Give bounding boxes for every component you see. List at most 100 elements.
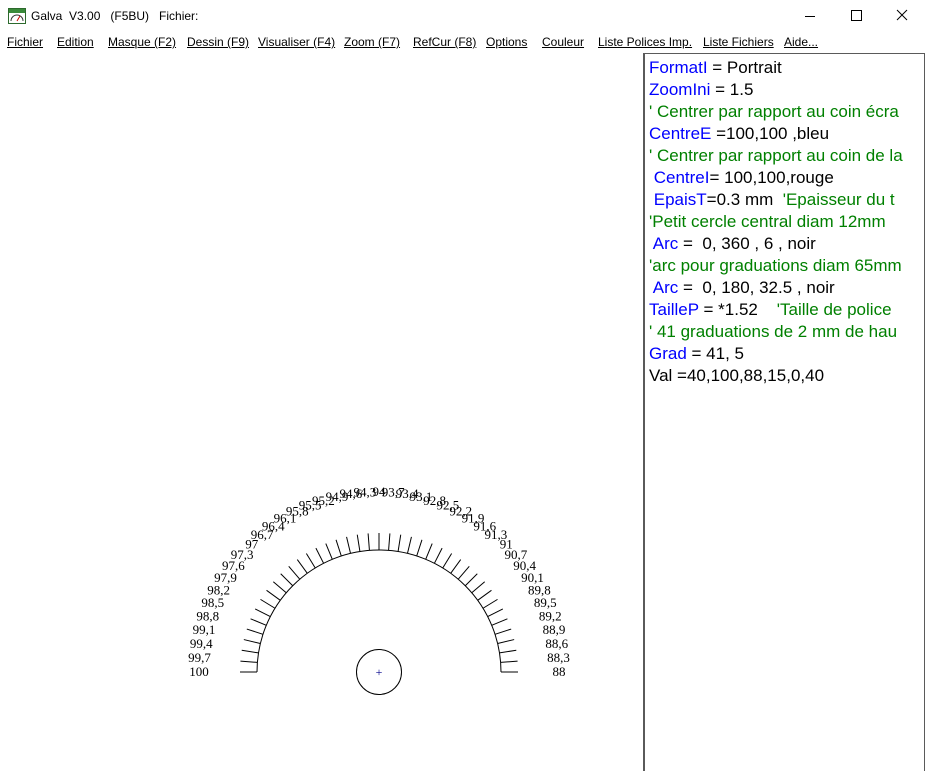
menu-refcur[interactable]: RefCur (F8) bbox=[413, 35, 476, 49]
graduation-tick bbox=[406, 536, 412, 554]
scale-label: 99,1 bbox=[193, 622, 216, 637]
code-line[interactable]: CentreI= 100,100,rouge bbox=[649, 167, 834, 189]
code-keyword: Arc bbox=[652, 234, 679, 253]
menu-visualiser[interactable]: Visualiser (F4) bbox=[258, 35, 335, 49]
graduation-tick bbox=[388, 533, 391, 551]
graduation-tick bbox=[280, 573, 294, 587]
code-keyword: Grad bbox=[649, 344, 687, 363]
code-comment: 'Petit cercle central diam 12mm bbox=[649, 212, 886, 231]
close-button[interactable] bbox=[879, 0, 925, 32]
code-line[interactable]: EpaisT=0.3 mm 'Epaisseur du t bbox=[649, 189, 895, 211]
window-title: Galva V3.00 (F5BU) Fichier: bbox=[31, 9, 199, 23]
graduation-tick bbox=[325, 543, 333, 560]
code-text: = 0, 180, 32.5 , noir bbox=[678, 278, 835, 297]
code-line[interactable]: FormatI = Portrait bbox=[649, 57, 782, 79]
code-comment: 'arc pour graduations diam 65mm bbox=[649, 256, 902, 275]
graduation-tick bbox=[240, 660, 258, 663]
code-text: =0.3 mm bbox=[706, 190, 783, 209]
scale-label: 98,5 bbox=[201, 595, 224, 610]
menu-fichier[interactable]: Fichier bbox=[7, 35, 43, 49]
graduation-tick bbox=[477, 589, 492, 601]
menu-dessin[interactable]: Dessin (F9) bbox=[187, 35, 249, 49]
center-mark: + bbox=[376, 665, 383, 679]
graduation-tick bbox=[433, 547, 443, 564]
menu-zoom[interactable]: Zoom (F7) bbox=[344, 35, 400, 49]
code-line[interactable]: TailleP = *1.52 'Taille de police bbox=[649, 299, 892, 321]
graduation-tick bbox=[346, 536, 352, 554]
graduation-tick bbox=[335, 539, 342, 557]
graduation-tick bbox=[494, 628, 512, 635]
code-text: = *1.52 bbox=[698, 300, 777, 319]
graduation-tick bbox=[425, 543, 433, 560]
graduation-tick bbox=[464, 573, 478, 587]
graduation-tick bbox=[450, 559, 462, 574]
code-text: = Portrait bbox=[707, 58, 782, 77]
code-line[interactable]: Grad = 41, 5 bbox=[649, 343, 744, 365]
code-text: Val =40,100,88,15,0,40 bbox=[649, 366, 825, 385]
graduation-arc bbox=[256, 549, 502, 673]
graduation-tick bbox=[499, 649, 517, 654]
graduation-tick bbox=[442, 553, 453, 569]
graduation-tick bbox=[241, 649, 259, 654]
maximize-button[interactable] bbox=[833, 0, 879, 32]
scale-label: 100 bbox=[189, 664, 209, 679]
code-text: = 0, 360 , 6 , noir bbox=[678, 234, 816, 253]
graduation-tick bbox=[250, 618, 267, 626]
code-keyword: CentreI bbox=[653, 168, 710, 187]
menu-liste-polices[interactable]: Liste Polices Imp. bbox=[598, 35, 692, 49]
code-text: =100,100 ,bleu bbox=[711, 124, 830, 143]
graduation-tick bbox=[272, 581, 287, 594]
graduation-tick bbox=[288, 565, 301, 580]
graduation-tick bbox=[260, 598, 276, 609]
code-keyword: ZoomIni bbox=[649, 80, 711, 99]
code-keyword: FormatI bbox=[649, 58, 708, 77]
graduation-tick bbox=[416, 539, 423, 557]
code-line[interactable]: Val =40,100,88,15,0,40 bbox=[649, 365, 824, 387]
code-text: = 1.5 bbox=[710, 80, 754, 99]
scale-label: 88,3 bbox=[547, 650, 570, 665]
scale-label: 88,6 bbox=[545, 636, 568, 651]
graduation-tick bbox=[397, 534, 402, 552]
code-comment: ' Centrer par rapport au coin écra bbox=[649, 102, 899, 121]
maximize-icon bbox=[851, 10, 862, 21]
graduation-tick bbox=[367, 533, 370, 551]
code-comment: ' Centrer par rapport au coin de la bbox=[649, 146, 903, 165]
graduation-tick bbox=[266, 589, 281, 601]
menu-masque[interactable]: Masque (F2) bbox=[108, 35, 176, 49]
menu-couleur[interactable]: Couleur bbox=[542, 35, 584, 49]
graduation-tick bbox=[457, 565, 470, 580]
minimize-button[interactable] bbox=[787, 0, 833, 32]
graduation-tick bbox=[497, 639, 515, 645]
code-line[interactable]: Arc = 0, 180, 32.5 , noir bbox=[649, 277, 835, 299]
code-keyword: TailleP bbox=[649, 300, 699, 319]
minimize-icon bbox=[805, 16, 815, 17]
code-line[interactable]: ZoomIni = 1.5 bbox=[649, 79, 753, 101]
menu-options[interactable]: Options bbox=[486, 35, 527, 49]
code-keyword: CentreE bbox=[649, 124, 712, 143]
code-line[interactable]: ' 41 graduations de 2 mm de hau bbox=[649, 321, 897, 343]
graduation-tick bbox=[315, 547, 325, 564]
graduation-tick bbox=[296, 559, 308, 574]
scale-label: 88,9 bbox=[543, 622, 566, 637]
code-line[interactable]: ' Centrer par rapport au coin écra bbox=[649, 101, 899, 123]
graduation-tick bbox=[491, 618, 508, 626]
scale-label: 99,4 bbox=[190, 636, 213, 651]
menu-liste-fichiers[interactable]: Liste Fichiers bbox=[703, 35, 774, 49]
graduation-tick bbox=[482, 598, 498, 609]
graduation-tick bbox=[243, 639, 261, 645]
script-editor[interactable]: FormatI = Portrait ZoomIni = 1.5 ' Centrer… bbox=[643, 53, 925, 771]
code-line[interactable]: 'arc pour graduations diam 65mm bbox=[649, 255, 902, 277]
code-line[interactable]: CentreE =100,100 ,bleu bbox=[649, 123, 829, 145]
code-line[interactable]: Arc = 0, 360 , 6 , noir bbox=[649, 233, 816, 255]
title-bar: Galva V3.00 (F5BU) Fichier: bbox=[0, 0, 925, 32]
code-comment: ' 41 graduations de 2 mm de hau bbox=[649, 322, 898, 341]
graduation-tick bbox=[471, 581, 486, 594]
close-icon bbox=[896, 9, 908, 21]
menu-aide[interactable]: Aide... bbox=[784, 35, 818, 49]
code-line[interactable]: 'Petit cercle central diam 12mm bbox=[649, 211, 886, 233]
code-line[interactable]: ' Centrer par rapport au coin de la bbox=[649, 145, 903, 167]
menu-edition[interactable]: Edition bbox=[57, 35, 94, 49]
graduation-tick bbox=[246, 628, 264, 635]
code-keyword: EpaisT bbox=[653, 190, 707, 209]
drawing-canvas[interactable]: +100 99,7 99,4 99,1 98,8 98,5 98,2 97,9 97,6 97,3… bbox=[0, 52, 643, 770]
